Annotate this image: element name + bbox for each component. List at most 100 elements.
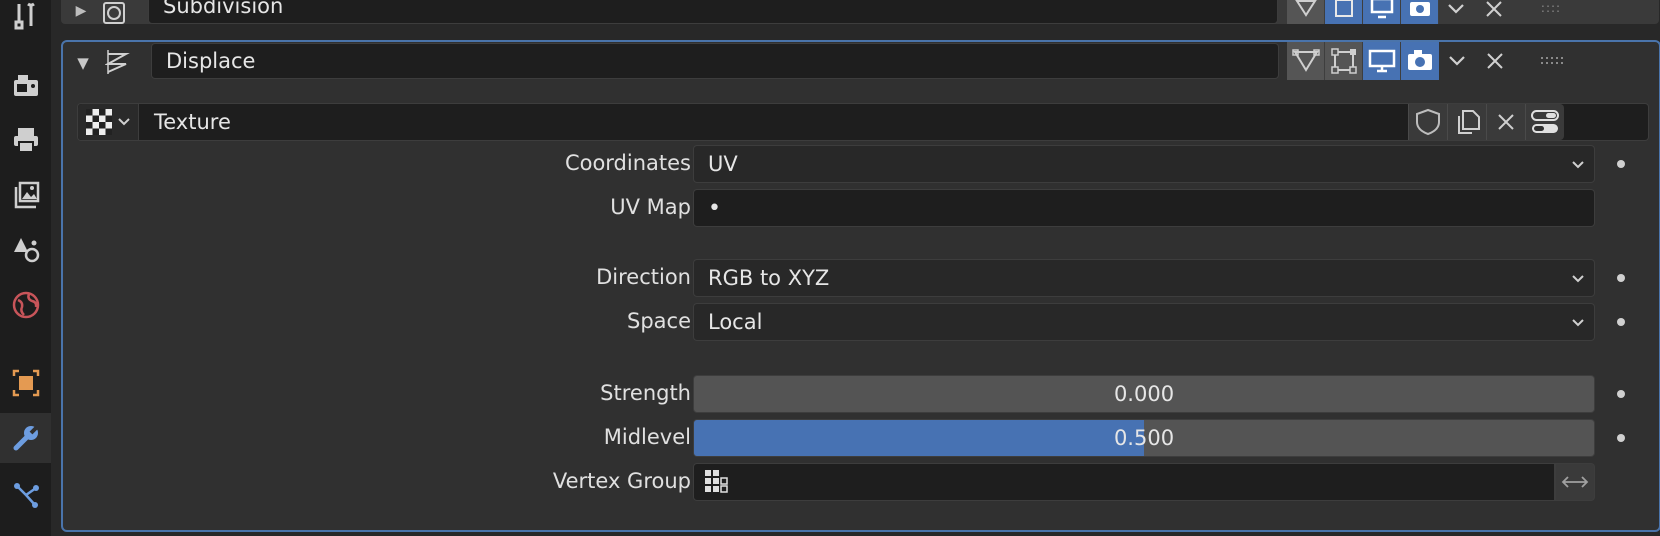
camera-icon	[1409, 2, 1430, 16]
direction-dropdown[interactable]: RGB to XYZ	[693, 259, 1595, 297]
modifier-menu-chevron-icon[interactable]	[1441, 0, 1471, 22]
invert-vertex-group-button[interactable]	[1555, 463, 1595, 501]
texture-name[interactable]: Texture	[154, 110, 231, 134]
coordinates-row: Coordinates UV	[63, 145, 1659, 185]
midlevel-slider[interactable]: 0.500	[693, 419, 1595, 457]
space-value: Local	[708, 310, 763, 334]
double-arrow-icon	[1561, 476, 1589, 488]
subdivision-modifier-panel: ▶ Subdivision ::::	[61, 0, 1659, 24]
particles-tab[interactable]	[0, 470, 51, 520]
strength-value: 0.000	[1113, 382, 1175, 406]
vertex-group-field[interactable]	[693, 463, 1555, 501]
output-tab[interactable]	[0, 115, 51, 165]
unlink-texture-button[interactable]	[1486, 104, 1525, 140]
cage-toggle[interactable]	[1325, 42, 1363, 80]
drag-handle-icon[interactable]: ::::	[1539, 0, 1563, 18]
shield-icon	[1416, 108, 1440, 136]
camera-back-icon	[13, 75, 38, 96]
particles-icon	[13, 483, 39, 508]
chevron-down-icon	[1572, 161, 1584, 169]
duplicate-texture-button[interactable]	[1447, 104, 1486, 140]
space-label: Space	[627, 309, 691, 333]
uv-map-field[interactable]: •	[693, 189, 1595, 227]
render-toggle[interactable]	[1401, 0, 1439, 24]
strength-label: Strength	[600, 381, 691, 405]
edit-mode-toggle[interactable]	[1287, 42, 1325, 80]
render-tab[interactable]	[0, 60, 51, 110]
monitor-icon	[1368, 49, 1395, 73]
modifier-tab[interactable]	[0, 413, 51, 463]
scene-tab[interactable]	[0, 225, 51, 275]
close-icon	[1498, 114, 1514, 130]
checkerboard-texture-icon	[86, 109, 112, 135]
wrench-screwdriver-icon	[14, 2, 35, 30]
remove-modifier-close-icon[interactable]	[1479, 0, 1509, 22]
chevron-down-icon	[1572, 275, 1584, 283]
wrench-icon	[13, 425, 38, 451]
strength-row: Strength 0.000	[63, 375, 1659, 415]
viewport-toggle[interactable]	[1363, 0, 1401, 24]
uv-map-row: UV Map •	[63, 189, 1659, 229]
render-toggle[interactable]	[1401, 42, 1439, 80]
tool-tab[interactable]	[0, 0, 51, 40]
properties-editor: ▶ Subdivision :::: ▼ Displace Texture Co…	[51, 0, 1660, 536]
camera-icon	[1408, 50, 1432, 70]
image-stack-icon	[14, 181, 39, 209]
viewport-toggle[interactable]	[1363, 42, 1401, 80]
cage-icon	[1334, 0, 1353, 17]
subdivision-name-field[interactable]: Subdivision	[148, 0, 1278, 24]
texture-properties-button[interactable]	[1525, 104, 1564, 140]
displace-name-field[interactable]: Displace	[151, 43, 1279, 79]
uv-map-label: UV Map	[610, 195, 691, 219]
midlevel-label: Midlevel	[603, 425, 691, 449]
direction-row: Direction RGB to XYZ	[63, 259, 1659, 299]
expand-arrow-icon[interactable]: ▶	[71, 0, 91, 24]
keyframe-dot-icon[interactable]	[1617, 390, 1625, 398]
edit-mode-toggle[interactable]	[1287, 0, 1325, 24]
collapse-arrow-icon[interactable]: ▼	[71, 50, 95, 76]
direction-label: Direction	[596, 265, 691, 289]
cage-icon	[1330, 48, 1357, 74]
texture-browse-button[interactable]	[78, 104, 139, 140]
coordinates-dropdown[interactable]: UV	[693, 145, 1595, 183]
midlevel-value: 0.500	[1113, 426, 1175, 450]
edit-mode-icon	[1291, 49, 1320, 72]
vertex-group-label: Vertex Group	[552, 469, 691, 493]
displace-icon	[103, 46, 133, 78]
uv-map-value: •	[708, 195, 721, 221]
keyframe-dot-icon[interactable]	[1617, 434, 1625, 442]
keyframe-dot-icon[interactable]	[1617, 160, 1625, 168]
keyframe-dot-icon[interactable]	[1617, 274, 1625, 282]
texture-selector: Texture	[77, 103, 1649, 141]
properties-tab-bar	[0, 0, 51, 536]
edit-mode-icon	[1294, 0, 1317, 17]
world-tab[interactable]	[0, 280, 51, 330]
duplicate-icon	[1458, 110, 1480, 134]
remove-modifier-close-icon[interactable]	[1479, 46, 1511, 76]
printer-icon	[13, 128, 38, 153]
chevron-down-icon	[118, 118, 130, 126]
keyframe-dot-icon[interactable]	[1617, 318, 1625, 326]
subdivision-surface-icon	[101, 0, 127, 26]
cage-toggle[interactable]	[1325, 0, 1363, 24]
strength-slider[interactable]: 0.000	[693, 375, 1595, 413]
modifier-name: Subdivision	[163, 0, 284, 18]
modifier-name: Displace	[166, 49, 256, 73]
space-dropdown[interactable]: Local	[693, 303, 1595, 341]
midlevel-slider-fill	[694, 420, 1144, 456]
drag-handle-icon[interactable]	[1539, 50, 1567, 72]
object-tab[interactable]	[0, 358, 51, 408]
view-layer-tab[interactable]	[0, 170, 51, 220]
midlevel-row: Midlevel 0.500	[63, 419, 1659, 459]
space-row: Space Local	[63, 303, 1659, 343]
vertex-group-row: Vertex Group	[63, 463, 1659, 503]
toggle-switches-icon	[1531, 110, 1559, 133]
modifier-menu-chevron-icon[interactable]	[1441, 46, 1473, 76]
fake-user-button[interactable]	[1408, 104, 1447, 140]
object-square-icon	[12, 369, 39, 397]
displace-modifier-panel: ▼ Displace Texture Coordinates UV UV Map…	[61, 40, 1660, 532]
monitor-icon	[1370, 0, 1393, 19]
direction-value: RGB to XYZ	[708, 266, 830, 290]
scene-icon	[13, 238, 39, 263]
vertex-group-icon	[705, 470, 728, 493]
